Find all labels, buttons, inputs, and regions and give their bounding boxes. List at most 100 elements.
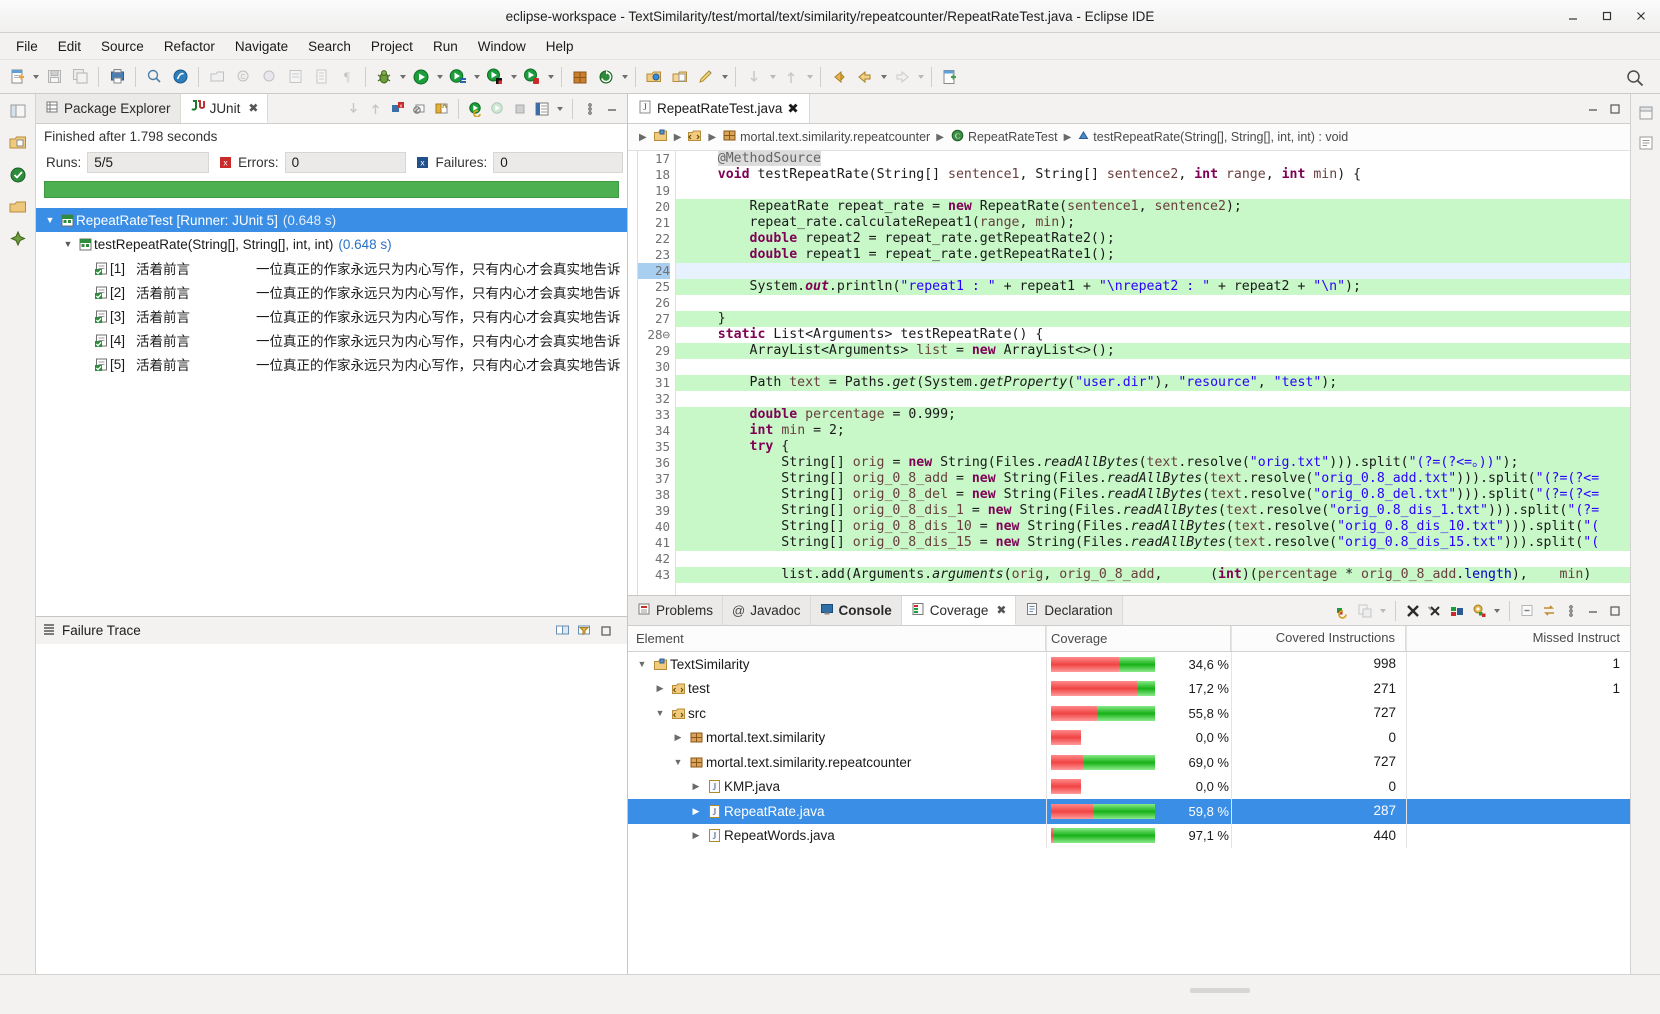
- code-line[interactable]: double percentage = 0.999;: [686, 407, 1630, 423]
- code-line[interactable]: int min = 2;: [686, 423, 1630, 439]
- code-line[interactable]: String[] orig_0_8_dis_15 = new String(Fi…: [686, 535, 1630, 551]
- external-tools-icon[interactable]: [520, 65, 544, 89]
- maximize-icon[interactable]: [1605, 601, 1625, 621]
- breadcrumb-method[interactable]: testRepeatRate(String[], String[], int, …: [1077, 129, 1348, 145]
- code-line[interactable]: try {: [686, 439, 1630, 455]
- run-last-icon[interactable]: [483, 65, 507, 89]
- test-history-icon[interactable]: [532, 99, 552, 119]
- chevron-down-icon[interactable]: ▼: [634, 659, 650, 669]
- code-line[interactable]: String[] orig_0_8_dis_10 = new String(Fi…: [686, 519, 1630, 535]
- debug-perspective-rail-icon[interactable]: [6, 196, 30, 218]
- tab-package-explorer[interactable]: Package Explorer: [36, 94, 181, 123]
- new-java-project-icon[interactable]: [568, 65, 592, 89]
- compare-result-icon[interactable]: [552, 621, 572, 641]
- external-tools-dropdown-icon[interactable]: [545, 66, 556, 88]
- run-dropdown-icon[interactable]: [434, 66, 445, 88]
- maximize-icon[interactable]: [1598, 7, 1616, 25]
- code-line[interactable]: String[] orig_0_8_add = new String(Files…: [686, 471, 1630, 487]
- code-line[interactable]: Path text = Paths.get(System.getProperty…: [686, 375, 1630, 391]
- coverage-table-row[interactable]: ▼ mortal.text.similarity.repeatcounter 69,…: [628, 750, 1630, 775]
- new-editor-icon[interactable]: [938, 65, 962, 89]
- menu-help[interactable]: Help: [536, 36, 584, 57]
- show-ignored-icon[interactable]: [409, 99, 429, 119]
- maximize-icon[interactable]: [1605, 99, 1625, 119]
- code-line[interactable]: [686, 183, 1630, 199]
- menu-file[interactable]: File: [6, 36, 48, 57]
- back-dropdown-icon[interactable]: [878, 66, 889, 88]
- column-header-missed[interactable]: Missed Instruct: [1406, 626, 1630, 651]
- refresh-icon[interactable]: [594, 65, 618, 89]
- code-line[interactable]: list.add(Arguments.arguments(orig, orig_…: [686, 567, 1630, 583]
- breadcrumb-class[interactable]: C RepeatRateTest: [950, 128, 1058, 146]
- show-failures-only-icon[interactable]: x: [387, 99, 407, 119]
- toggle-mark-occurrences-icon[interactable]: [142, 65, 166, 89]
- coverage-icon[interactable]: [446, 65, 470, 89]
- chevron-right-icon[interactable]: ▶: [688, 781, 704, 792]
- code-line[interactable]: System.out.println("repeat1 : " + repeat…: [686, 279, 1630, 295]
- junit-tree-row[interactable]: [3] 活着前言 一位真正的作家永远只为内心写作，只有内心才会真实地告诉: [36, 304, 627, 328]
- coverage-table-body[interactable]: ▼ TextSimilarity 34,6 % 998 1 ▶ test 17,2 % 271 1…: [628, 652, 1630, 974]
- menu-search[interactable]: Search: [298, 36, 361, 57]
- restore-outline-icon[interactable]: [1634, 102, 1658, 124]
- run-icon[interactable]: [409, 65, 433, 89]
- java-perspective-rail-icon[interactable]: [6, 228, 30, 250]
- tab-junit[interactable]: JUnit ✖: [180, 94, 269, 123]
- coverage-table-row[interactable]: ▶ J RepeatWords.java 97,1 % 440: [628, 823, 1630, 848]
- column-header-coverage[interactable]: Coverage: [1046, 626, 1231, 651]
- tab-console[interactable]: Console: [810, 596, 902, 625]
- coverage-table-row[interactable]: ▼ TextSimilarity 34,6 % 998 1: [628, 652, 1630, 677]
- chevron-down-icon[interactable]: ▼: [670, 757, 686, 767]
- coverage-settings-icon[interactable]: [1469, 601, 1489, 621]
- coverage-table-row[interactable]: ▼ src 55,8 % 727: [628, 701, 1630, 726]
- next-edit-icon[interactable]: [827, 65, 851, 89]
- annotation-ruler[interactable]: [628, 151, 638, 595]
- close-icon[interactable]: ✖: [248, 101, 258, 115]
- junit-tree-row[interactable]: [1] 活着前言 一位真正的作家永远只为内心写作，只有内心才会真实地告诉: [36, 256, 627, 280]
- minimize-icon[interactable]: [1583, 601, 1603, 621]
- column-header-covered[interactable]: Covered Instructions: [1231, 626, 1406, 651]
- code-line[interactable]: [686, 391, 1630, 407]
- junit-tree-row[interactable]: ▼ testRepeatRate(String[], String[], int…: [36, 232, 627, 256]
- menu-refactor[interactable]: Refactor: [154, 36, 225, 57]
- code-line[interactable]: [686, 359, 1630, 375]
- code-line[interactable]: String[] orig = new String(Files.readAll…: [686, 455, 1630, 471]
- junit-tree-row[interactable]: [5] 活着前言 一位真正的作家永远只为内心写作，只有内心才会真实地告诉: [36, 352, 627, 376]
- link-with-editor-icon[interactable]: [168, 65, 192, 89]
- back-icon[interactable]: [853, 65, 877, 89]
- menu-run[interactable]: Run: [423, 36, 468, 57]
- print-icon[interactable]: [105, 65, 129, 89]
- junit-test-tree[interactable]: ▼ RepeatRateTest [Runner: JUnit 5] (0.64…: [36, 206, 627, 616]
- code-line[interactable]: [686, 551, 1630, 567]
- close-icon[interactable]: ✖: [996, 603, 1006, 617]
- coverage-settings-dropdown-icon[interactable]: [1491, 600, 1502, 622]
- breadcrumb-package[interactable]: mortal.text.similarity.repeatcounter: [722, 128, 930, 146]
- view-menu-icon[interactable]: [554, 98, 565, 120]
- menu-project[interactable]: Project: [361, 36, 423, 57]
- tab-declaration[interactable]: Declaration: [1016, 596, 1123, 625]
- relaunch-coverage-icon[interactable]: [1333, 601, 1353, 621]
- remove-session-icon[interactable]: [1403, 601, 1423, 621]
- remove-all-sessions-icon[interactable]: [1425, 601, 1445, 621]
- menu-edit[interactable]: Edit: [48, 36, 91, 57]
- view-menu-icon[interactable]: [1561, 601, 1581, 621]
- new-wizard-dropdown-icon[interactable]: [30, 66, 41, 88]
- chevron-right-icon[interactable]: ▶: [670, 732, 686, 743]
- collapse-all-icon[interactable]: [1517, 601, 1537, 621]
- coverage-table-row[interactable]: ▶ test 17,2 % 271 1: [628, 676, 1630, 701]
- coverage-table-row[interactable]: ▶ J KMP.java 0,0 % 0: [628, 774, 1630, 799]
- refresh-dropdown-icon[interactable]: [619, 66, 630, 88]
- open-perspective-icon[interactable]: [642, 65, 666, 89]
- rerun-test-icon[interactable]: [466, 99, 486, 119]
- tab-problems[interactable]: Problems: [628, 596, 724, 625]
- restore-package-explorer-icon[interactable]: [6, 100, 30, 122]
- breadcrumb[interactable]: ▶ ▶ ▶ mortal.text.similarity.repeatcount…: [628, 124, 1630, 151]
- failure-trace-content[interactable]: [36, 644, 627, 974]
- debug-dropdown-icon[interactable]: [397, 66, 408, 88]
- junit-tree-row[interactable]: [4] 活着前言 一位真正的作家永远只为内心写作，只有内心才会真实地告诉: [36, 328, 627, 352]
- code-line[interactable]: [686, 295, 1630, 311]
- code-line[interactable]: [686, 263, 1630, 279]
- filter-stacktrace-icon[interactable]: [574, 621, 594, 641]
- chevron-right-icon[interactable]: ▶: [688, 830, 704, 841]
- coverage-table-row[interactable]: ▶ J RepeatRate.java 59,8 % 287: [628, 799, 1630, 824]
- code-line[interactable]: void testRepeatRate(String[] sentence1, …: [686, 167, 1630, 183]
